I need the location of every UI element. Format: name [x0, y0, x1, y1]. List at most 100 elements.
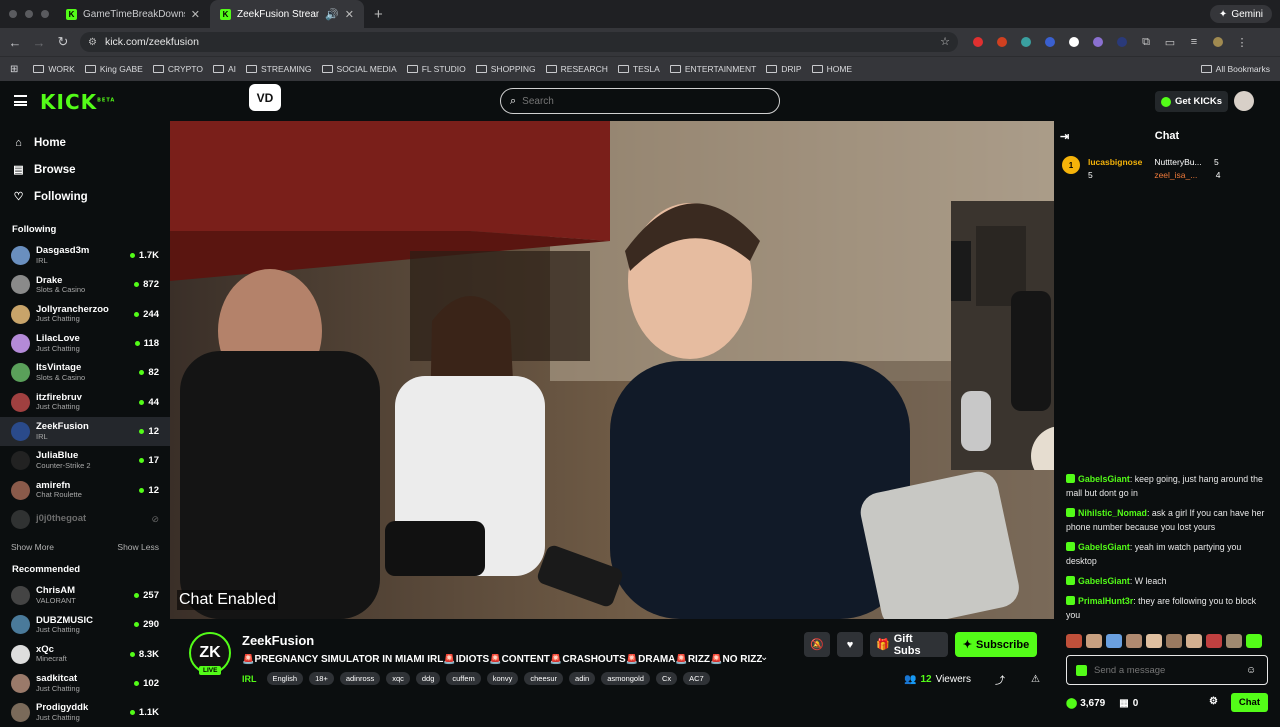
- bookmark-folder[interactable]: AI: [208, 64, 241, 74]
- collapse-chat-icon[interactable]: ⇥: [1060, 130, 1069, 143]
- leader-entry[interactable]: NuttteryBu... 5: [1154, 157, 1218, 167]
- reading-list-icon[interactable]: ≡: [1186, 34, 1202, 50]
- chat-input-box[interactable]: ☺: [1066, 655, 1268, 685]
- tag[interactable]: adin: [569, 672, 596, 685]
- leader-entry[interactable]: zeel_isa_... 4: [1154, 170, 1220, 180]
- reload-icon[interactable]: ↻: [51, 34, 75, 50]
- bookmark-folder[interactable]: RESEARCH: [541, 64, 613, 74]
- browser-tab-zeekfusion[interactable]: K ZeekFusion Stream - Wat 🔊 ✕: [210, 0, 364, 28]
- tag[interactable]: cheesur: [524, 672, 564, 685]
- tag[interactable]: 18+: [309, 672, 334, 685]
- bookmark-folder[interactable]: ENTERTAINMENT: [665, 64, 761, 74]
- site-info-icon[interactable]: ⚙: [88, 37, 97, 48]
- kicks-balance[interactable]: 3,679: [1080, 698, 1105, 709]
- channel-points[interactable]: 0: [1133, 698, 1139, 709]
- emote-icon[interactable]: [1206, 634, 1222, 648]
- emote-icon[interactable]: [1066, 634, 1082, 648]
- window-controls[interactable]: [0, 10, 56, 18]
- channel-item-offline[interactable]: j0j0thegoat ⊘: [0, 505, 170, 534]
- channel-item[interactable]: Jollyrancherzoo Just Chatting 244: [0, 300, 170, 329]
- gemini-button[interactable]: ✦ Gemini: [1209, 5, 1272, 23]
- bookmark-folder[interactable]: SHOPPING: [471, 64, 541, 74]
- chat-username[interactable]: PrimalHunt3r: [1078, 596, 1133, 606]
- report-icon[interactable]: ⚠: [1031, 674, 1040, 685]
- subscribe-button[interactable]: ✦ Subscribe: [955, 632, 1037, 657]
- channel-item[interactable]: sadkitcat Just Chatting 102: [0, 669, 170, 698]
- show-less-button[interactable]: Show Less: [117, 542, 159, 552]
- all-bookmarks[interactable]: All Bookmarks: [1200, 64, 1270, 74]
- chat-input[interactable]: [1094, 664, 1239, 676]
- channel-item[interactable]: Dasgasd3m IRL 1.7K: [0, 241, 170, 270]
- extension-icon[interactable]: [1066, 34, 1082, 50]
- settings-gear-icon[interactable]: ⚙: [1209, 696, 1218, 707]
- channel-item[interactable]: ItsVintage Slots & Casino 82: [0, 358, 170, 387]
- channel-item[interactable]: ZeekFusion IRL 12: [0, 416, 170, 447]
- share-icon[interactable]: ⤴: [995, 672, 1005, 687]
- follow-button[interactable]: ♥: [837, 632, 863, 657]
- channel-item[interactable]: Drake Slots & Casino 872: [0, 270, 170, 299]
- nav-following[interactable]: ♡ Following: [0, 183, 170, 210]
- channel-item[interactable]: itzfirebruv Just Chatting 44: [0, 387, 170, 416]
- tag[interactable]: ddg: [415, 672, 441, 685]
- emote-icon[interactable]: [1246, 634, 1262, 648]
- cast-icon[interactable]: ▭: [1162, 34, 1178, 50]
- emote-icon[interactable]: [1106, 634, 1122, 648]
- tag[interactable]: asmongold: [601, 672, 650, 685]
- channel-item[interactable]: amirefn Chat Roulette 12: [0, 475, 170, 504]
- tag[interactable]: AC7: [683, 672, 710, 685]
- user-avatar[interactable]: [1234, 91, 1254, 111]
- extension-icon[interactable]: [1090, 34, 1106, 50]
- extension-icon[interactable]: [994, 34, 1010, 50]
- bookmark-folder[interactable]: DRIP: [761, 64, 806, 74]
- gift-subs-button[interactable]: 🎁 Gift Subs: [870, 632, 948, 657]
- emoji-icon[interactable]: ☺: [1246, 665, 1256, 676]
- extension-icon[interactable]: [1018, 34, 1034, 50]
- close-tab-icon[interactable]: ✕: [191, 8, 200, 21]
- nav-home[interactable]: ⌂ Home: [0, 129, 170, 156]
- video-player[interactable]: [170, 121, 1054, 619]
- browser-tab-gametimebreakdowns[interactable]: K GameTimeBreakDowns - Wa ✕: [56, 0, 210, 28]
- get-kicks-button[interactable]: Get KICKs: [1155, 91, 1228, 112]
- tag[interactable]: Cx: [655, 672, 678, 685]
- kick-logo[interactable]: KICKBETA: [40, 90, 115, 114]
- bookmark-folder[interactable]: CRYPTO: [148, 64, 208, 74]
- audio-icon[interactable]: 🔊: [325, 8, 339, 21]
- channel-item[interactable]: JuliaBlue Counter-Strike 2 17: [0, 446, 170, 475]
- channel-item[interactable]: xQc Minecraft 8.3K: [0, 640, 170, 669]
- chat-username[interactable]: GabelsGiant: [1078, 542, 1130, 552]
- hamburger-menu-icon[interactable]: [14, 95, 27, 106]
- channel-item[interactable]: LilacLove Just Chatting 118: [0, 329, 170, 358]
- channel-item[interactable]: Prodigyddk Just Chatting 1.1K: [0, 698, 170, 727]
- menu-icon[interactable]: ⋮: [1234, 34, 1250, 50]
- extension-icon[interactable]: [970, 34, 986, 50]
- emote-icon[interactable]: [1146, 634, 1162, 648]
- apps-grid-icon[interactable]: ⊞: [0, 64, 28, 75]
- bookmark-folder[interactable]: HOME: [807, 64, 858, 74]
- search-input[interactable]: [522, 95, 743, 107]
- chevron-down-icon[interactable]: ⌄: [760, 652, 768, 663]
- address-bar[interactable]: ⚙ kick.com/zeekfusion ☆: [80, 32, 958, 52]
- new-tab-button[interactable]: +: [364, 6, 393, 23]
- chat-username[interactable]: GabelsGiant: [1078, 576, 1130, 586]
- bookmark-folder[interactable]: TESLA: [613, 64, 665, 74]
- emote-icon[interactable]: [1086, 634, 1102, 648]
- channel-item[interactable]: DUBZMUSIC Just Chatting 290: [0, 610, 170, 639]
- bookmark-folder[interactable]: WORK: [28, 64, 79, 74]
- search-bar[interactable]: ⌕: [500, 88, 780, 114]
- chat-username[interactable]: GabelsGiant: [1078, 474, 1130, 484]
- category-link[interactable]: IRL: [242, 674, 257, 684]
- tag[interactable]: English: [266, 672, 304, 685]
- channel-name[interactable]: ZeekFusion: [242, 633, 314, 648]
- tag[interactable]: xqc: [386, 672, 410, 685]
- tag[interactable]: cuffem: [446, 672, 481, 685]
- tag[interactable]: konvy: [486, 672, 519, 685]
- bookmark-star-icon[interactable]: ☆: [940, 35, 950, 48]
- leader-entry[interactable]: lucasbignose 5: [1088, 156, 1142, 182]
- bookmark-folder[interactable]: STREAMING: [241, 64, 317, 74]
- close-tab-icon[interactable]: ✕: [345, 8, 354, 21]
- nav-browse[interactable]: ▤ Browse: [0, 156, 170, 183]
- bookmark-folder[interactable]: SOCIAL MEDIA: [317, 64, 402, 74]
- puzzle-icon[interactable]: ⧉: [1138, 34, 1154, 50]
- profile-icon[interactable]: [1210, 34, 1226, 50]
- emote-icon[interactable]: [1186, 634, 1202, 648]
